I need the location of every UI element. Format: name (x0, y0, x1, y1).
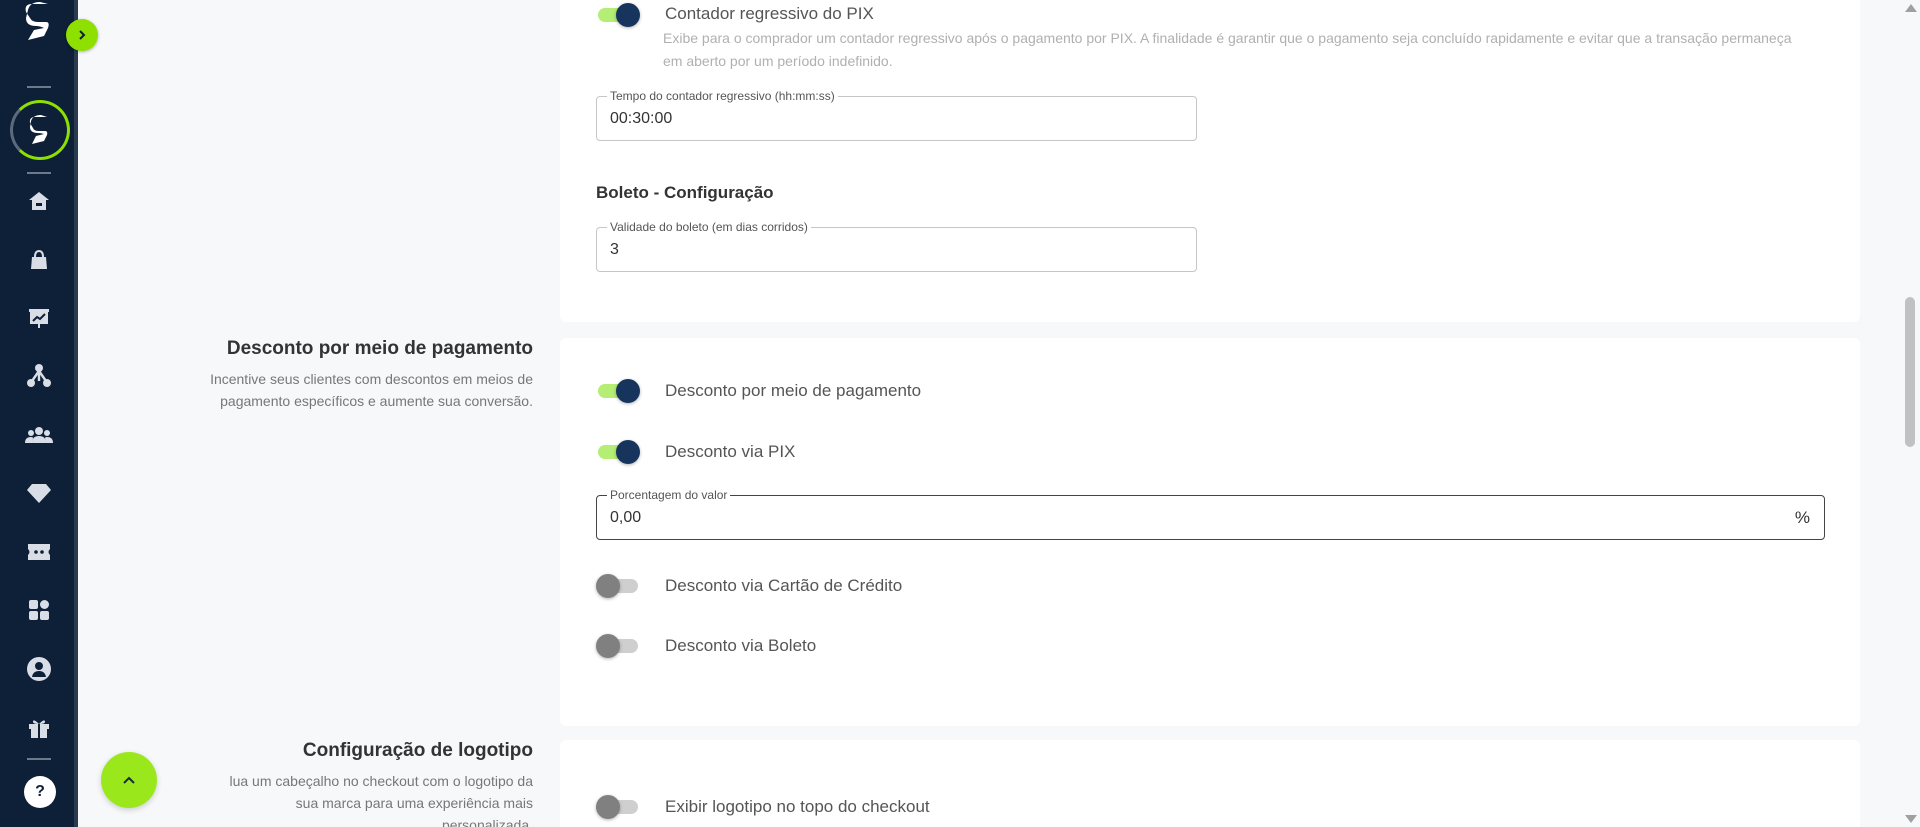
scroll-to-top-button[interactable] (101, 752, 157, 808)
network-icon[interactable] (24, 361, 54, 391)
sidebar: ? (0, 0, 98, 827)
brand-logo-icon[interactable] (18, 0, 60, 44)
users-icon[interactable] (24, 420, 54, 450)
help-icon: ? (35, 783, 45, 800)
boleto-config-title: Boleto - Configuração (596, 183, 774, 202)
discount-boleto-toggle[interactable] (596, 631, 640, 661)
countdown-toggle[interactable] (596, 0, 640, 30)
section-title: Desconto por meio de pagamento (226, 338, 533, 359)
countdown-toggle-label: Contador regressivo do PIX (665, 4, 874, 23)
chevron-up-icon (123, 776, 135, 784)
avatar[interactable] (10, 100, 70, 160)
boleto-validity-field[interactable]: Validade do boleto (em dias corridos) 3 (596, 220, 1197, 272)
countdown-help-text: Exibe para o comprador um contador regre… (663, 30, 1792, 69)
section-description: Incentive seus clientes com descontos em… (210, 371, 533, 409)
field-value: 00:30:00 (610, 110, 673, 127)
ticket-icon[interactable] (24, 537, 54, 567)
toggle-label: Desconto via Cartão de Crédito (665, 576, 903, 595)
scrollbar-thumb[interactable] (1905, 297, 1915, 447)
section-description: lua um cabeçalho no checkout com o logot… (229, 773, 533, 827)
toggle-label: Desconto via PIX (665, 442, 796, 461)
shopping-bag-icon[interactable] (24, 245, 54, 275)
field-value: 3 (610, 241, 619, 258)
field-value: 0,00 (610, 509, 642, 526)
discount-pix-toggle[interactable] (596, 437, 640, 467)
discount-percent-field[interactable]: Porcentagem do valor 0,00 % (596, 488, 1825, 540)
toggle-label: Exibir logotipo no topo do checkout (665, 797, 930, 816)
field-label: Porcentagem do valor (607, 488, 731, 502)
toggle-label: Desconto por meio de pagamento (665, 381, 922, 400)
field-label: Tempo do contador regressivo (hh:mm:ss) (607, 89, 838, 103)
help-button[interactable]: ? (24, 776, 56, 808)
logo-section-header: Configuração de logotipo lua um cabeçalh… (113, 740, 533, 827)
chart-board-icon[interactable] (24, 303, 54, 333)
discount-card-toggle[interactable] (596, 571, 640, 601)
logo-settings-card: Exibir logotipo no topo do checkout (560, 740, 1860, 827)
divider (27, 86, 51, 88)
percent-suffix: % (1794, 508, 1810, 527)
scroll-up-arrow-icon[interactable] (1905, 4, 1917, 12)
diamond-icon[interactable] (24, 478, 54, 508)
countdown-time-field[interactable]: Tempo do contador regressivo (hh:mm:ss) … (596, 89, 1197, 141)
discount-main-toggle[interactable] (596, 376, 640, 406)
discount-section-header: Desconto por meio de pagamento Incentive… (113, 338, 533, 412)
divider (27, 758, 51, 760)
expand-sidebar-button[interactable] (66, 19, 98, 51)
divider (27, 172, 51, 174)
show-logo-toggle[interactable] (596, 792, 640, 822)
profile-icon[interactable] (24, 654, 54, 684)
apps-grid-icon[interactable] (24, 595, 54, 625)
toggle-label: Desconto via Boleto (665, 636, 817, 655)
scroll-down-arrow-icon[interactable] (1905, 815, 1917, 823)
field-label: Validade do boleto (em dias corridos) (607, 220, 811, 234)
pix-settings-card: Contador regressivo do PIX Exibe para o … (560, 0, 1860, 322)
section-title: Configuração de logotipo (302, 740, 533, 761)
discount-settings-card: Desconto por meio de pagamento Desconto … (560, 338, 1860, 726)
gift-icon[interactable] (24, 713, 54, 743)
home-icon[interactable] (24, 186, 54, 216)
page-scrollbar[interactable] (1900, 0, 1920, 827)
